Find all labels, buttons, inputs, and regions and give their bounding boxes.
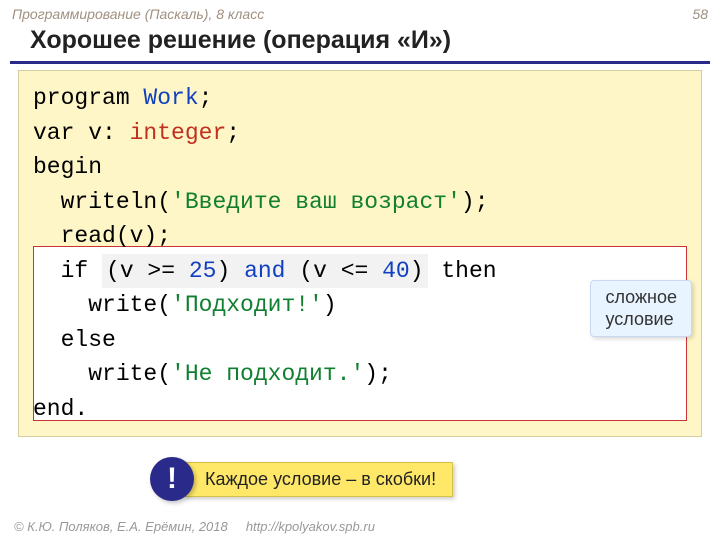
code-line: end. <box>33 392 687 427</box>
code-line: var v: integer; <box>33 116 687 151</box>
condition-highlight: (v >= 25) and (v <= 40) <box>102 254 428 289</box>
footer-url: http://kpolyakov.spb.ru <box>246 519 375 534</box>
tip-container: ! Каждое условие – в скобки! <box>150 460 453 498</box>
page-number: 58 <box>692 6 708 22</box>
course-label: Программирование (Паскаль), 8 класс <box>12 6 264 22</box>
code-line: writeln('Введите ваш возраст'); <box>33 185 687 220</box>
code-line: write('Подходит!') <box>33 288 687 323</box>
tip-text: Каждое условие – в скобки! <box>184 462 453 497</box>
copyright: © К.Ю. Поляков, Е.А. Ерёмин, 2018 <box>14 519 228 534</box>
code-block: program Work; var v: integer; begin writ… <box>18 70 702 437</box>
code-line: begin <box>33 150 687 185</box>
code-line: read(v); <box>33 219 687 254</box>
footer: © К.Ю. Поляков, Е.А. Ерёмин, 2018 http:/… <box>14 519 375 534</box>
code-line: program Work; <box>33 81 687 116</box>
code-line: else <box>33 323 687 358</box>
slide-title: Хорошее решение (операция «И») <box>10 24 710 64</box>
slide-header: Программирование (Паскаль), 8 класс 58 <box>0 0 720 24</box>
code-line: write('Не подходит.'); <box>33 357 687 392</box>
code-line: if (v >= 25) and (v <= 40) then <box>33 254 687 289</box>
exclamation-icon: ! <box>150 457 194 501</box>
